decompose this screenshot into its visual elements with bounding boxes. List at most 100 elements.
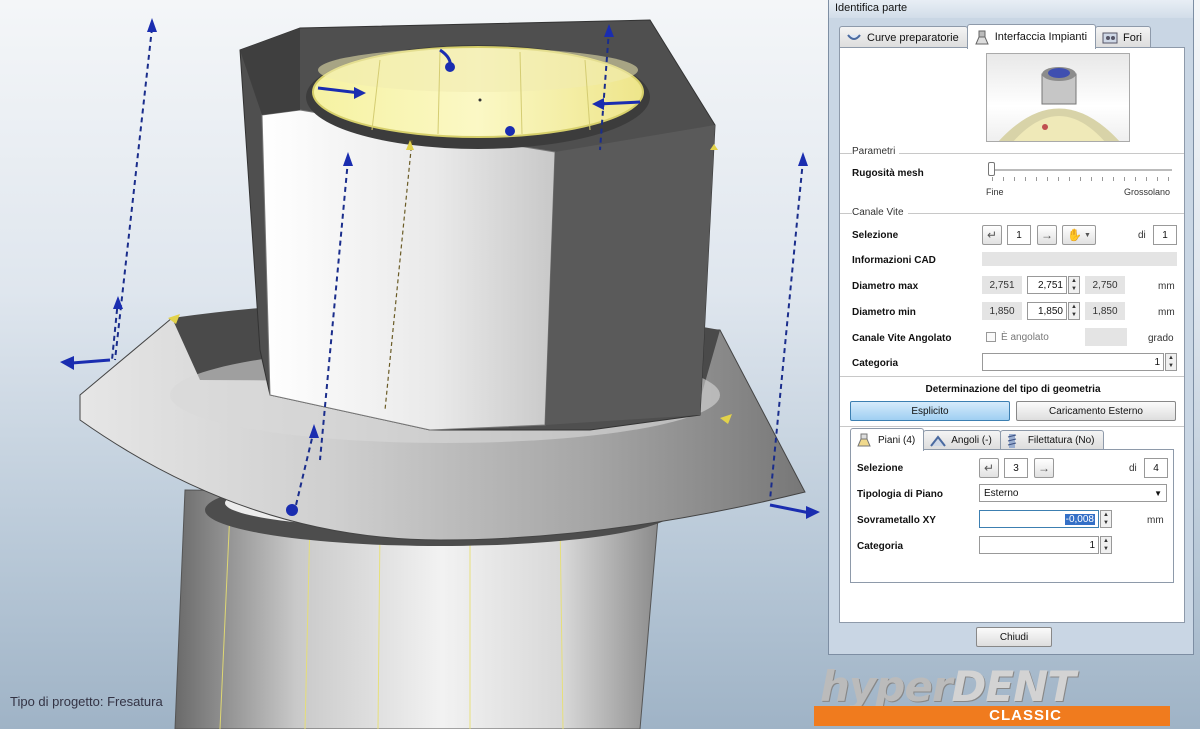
diametro-min-input[interactable]: 1,850 [1027,302,1067,320]
info-cad-label: Informazioni CAD [852,255,936,266]
categoria-stepper[interactable]: ▲ ▼ [1165,353,1177,371]
unit-grado: grado [1148,333,1174,344]
piani-categoria-stepper[interactable]: ▲ ▼ [1100,536,1112,554]
mesh-slider-thumb[interactable] [988,162,995,176]
esplicito-button[interactable]: Esplicito [850,401,1010,421]
interfaccia-impianti-panel: Parametri Rugosità mesh Fine Grossolano … [839,47,1185,623]
tipologia-piano-value: Esterno [984,487,1019,499]
diametro-max-min-value: 2,751 [982,276,1022,294]
canale-vite-group-label: Canale Vite [852,207,908,218]
logo-sub: CLASSIC [989,707,1062,724]
piani-selezione-total: 4 [1144,458,1168,478]
piani-categoria-input[interactable]: 1 [979,536,1099,554]
project-type-label: Tipo di progetto: Fresatura [10,694,163,709]
geometry-tabs: Piani (4) Angoli (-) Filettatura (No) [850,428,1104,451]
sovrametallo-xy-value: -0,008 [1064,513,1095,525]
piani-prev-button[interactable]: ↵ [979,458,999,478]
arrow-left-icon: ↵ [983,461,995,475]
hyperdent-logo: hyperDENT CLASSIC [812,662,1172,728]
selezione-label: Selezione [852,230,899,241]
di-label: di [1138,230,1146,241]
plane-icon [857,433,873,447]
logo-main-dark: hyper [820,662,953,711]
implant-model[interactable] [0,0,830,729]
prev-button[interactable]: ↵ [982,225,1002,245]
diametro-min-ref-value: 1,850 [1085,302,1125,320]
slider-ticks [992,177,1170,181]
implant-preview-image [986,53,1130,142]
curve-icon [846,31,862,45]
chevron-down-icon: ▼ [1084,231,1091,239]
hand-icon: ✋ [1067,228,1082,242]
sovrametallo-xy-input[interactable]: -0,008 [979,510,1099,528]
holes-icon [1102,31,1118,45]
next-button[interactable]: → [1037,225,1057,245]
arrow-right-icon: → [1038,461,1050,475]
tab-piani[interactable]: Piani (4) [850,428,925,451]
info-cad-field [982,252,1177,266]
divider [840,376,1184,377]
diametro-max-input[interactable]: 2,751 [1027,276,1067,294]
arrow-left-icon: ↵ [986,228,998,242]
geometry-subpanel: Piani (4) Angoli (-) Filettatura (No) Se… [850,428,1174,583]
diametro-max-label: Diametro max [852,281,919,292]
categoria-input[interactable]: 1 [982,353,1164,371]
piani-selezione-value[interactable]: 3 [1004,458,1028,478]
angolo-grado-field [1085,328,1127,346]
unit-mm: mm [1158,281,1175,292]
3d-viewport[interactable]: Tipo di progetto: Fresatura [0,0,830,729]
diametro-min-stepper[interactable]: ▲ ▼ [1068,302,1080,320]
tab-fori[interactable]: Fori [1095,26,1151,48]
implant-icon [974,30,990,45]
slider-min-label: Fine [986,187,1004,197]
tab-label: Interfaccia Impianti [994,31,1088,43]
divider [840,426,1184,427]
unit-mm: mm [1158,307,1175,318]
unit-mm: mm [1147,515,1164,526]
tab-label: Filettatura (No) [1027,435,1095,446]
diametro-max-stepper[interactable]: ▲ ▼ [1068,276,1080,294]
parametri-group-label: Parametri [852,146,900,157]
sovrametallo-xy-label: Sovrametallo XY [857,515,936,526]
tab-label: Fori [1123,31,1142,44]
caricamento-esterno-button[interactable]: Caricamento Esterno [1016,401,1176,421]
piani-panel: Selezione ↵ 3 → di 4 Tipologia di Piano … [850,449,1174,583]
chiudi-button[interactable]: Chiudi [976,627,1052,647]
selezione-value[interactable]: 1 [1007,225,1031,245]
main-tabs: Curve preparatorie Interfaccia Impianti … [839,24,1151,49]
slider-max-label: Grossolano [1124,187,1171,197]
rugosita-mesh-label: Rugosità mesh [852,168,924,179]
angle-icon [930,434,947,448]
canale-vite-angolato-label: Canale Vite Angolato [852,333,952,344]
angolato-checkbox-label: È angolato [1001,332,1049,343]
selezione-total: 1 [1153,225,1177,245]
angolato-checkbox[interactable] [986,332,996,342]
hand-tool-dropdown[interactable]: ✋ ▼ [1062,225,1096,245]
thread-icon [1007,433,1023,448]
sovrametallo-xy-stepper[interactable]: ▲ ▼ [1100,510,1112,528]
tab-label: Piani (4) [878,434,916,446]
tipologia-piano-label: Tipologia di Piano [857,489,943,500]
tab-label: Angoli (-) [951,435,992,446]
tab-curve-preparatorie[interactable]: Curve preparatorie [839,26,968,48]
piani-selezione-label: Selezione [857,463,904,474]
diametro-min-min-value: 1,850 [982,302,1022,320]
chevron-down-icon: ▼ [1154,489,1162,498]
piani-next-button[interactable]: → [1034,458,1054,478]
tab-filettatura[interactable]: Filettatura (No) [999,430,1104,450]
dialog-title: Identifica parte [829,0,1193,18]
mesh-slider-track[interactable] [990,169,1172,171]
di-label: di [1129,463,1137,474]
tipologia-piano-select[interactable]: Esterno ▼ [979,484,1167,502]
diametro-max-ref-value: 2,750 [1085,276,1125,294]
logo-main-light: DENT [951,662,1076,711]
tab-interfaccia-impianti[interactable]: Interfaccia Impianti [966,24,1097,49]
geometria-heading: Determinazione del tipo di geometria [925,384,1101,395]
identifica-parte-dialog: Identifica parte Curve preparatorie Inte… [828,0,1194,655]
diametro-min-label: Diametro min [852,307,916,318]
categoria-label: Categoria [852,358,899,369]
tab-angoli[interactable]: Angoli (-) [923,430,1001,450]
piani-categoria-label: Categoria [857,541,904,552]
tab-label: Curve preparatorie [867,31,959,44]
arrow-right-icon: → [1041,228,1053,242]
